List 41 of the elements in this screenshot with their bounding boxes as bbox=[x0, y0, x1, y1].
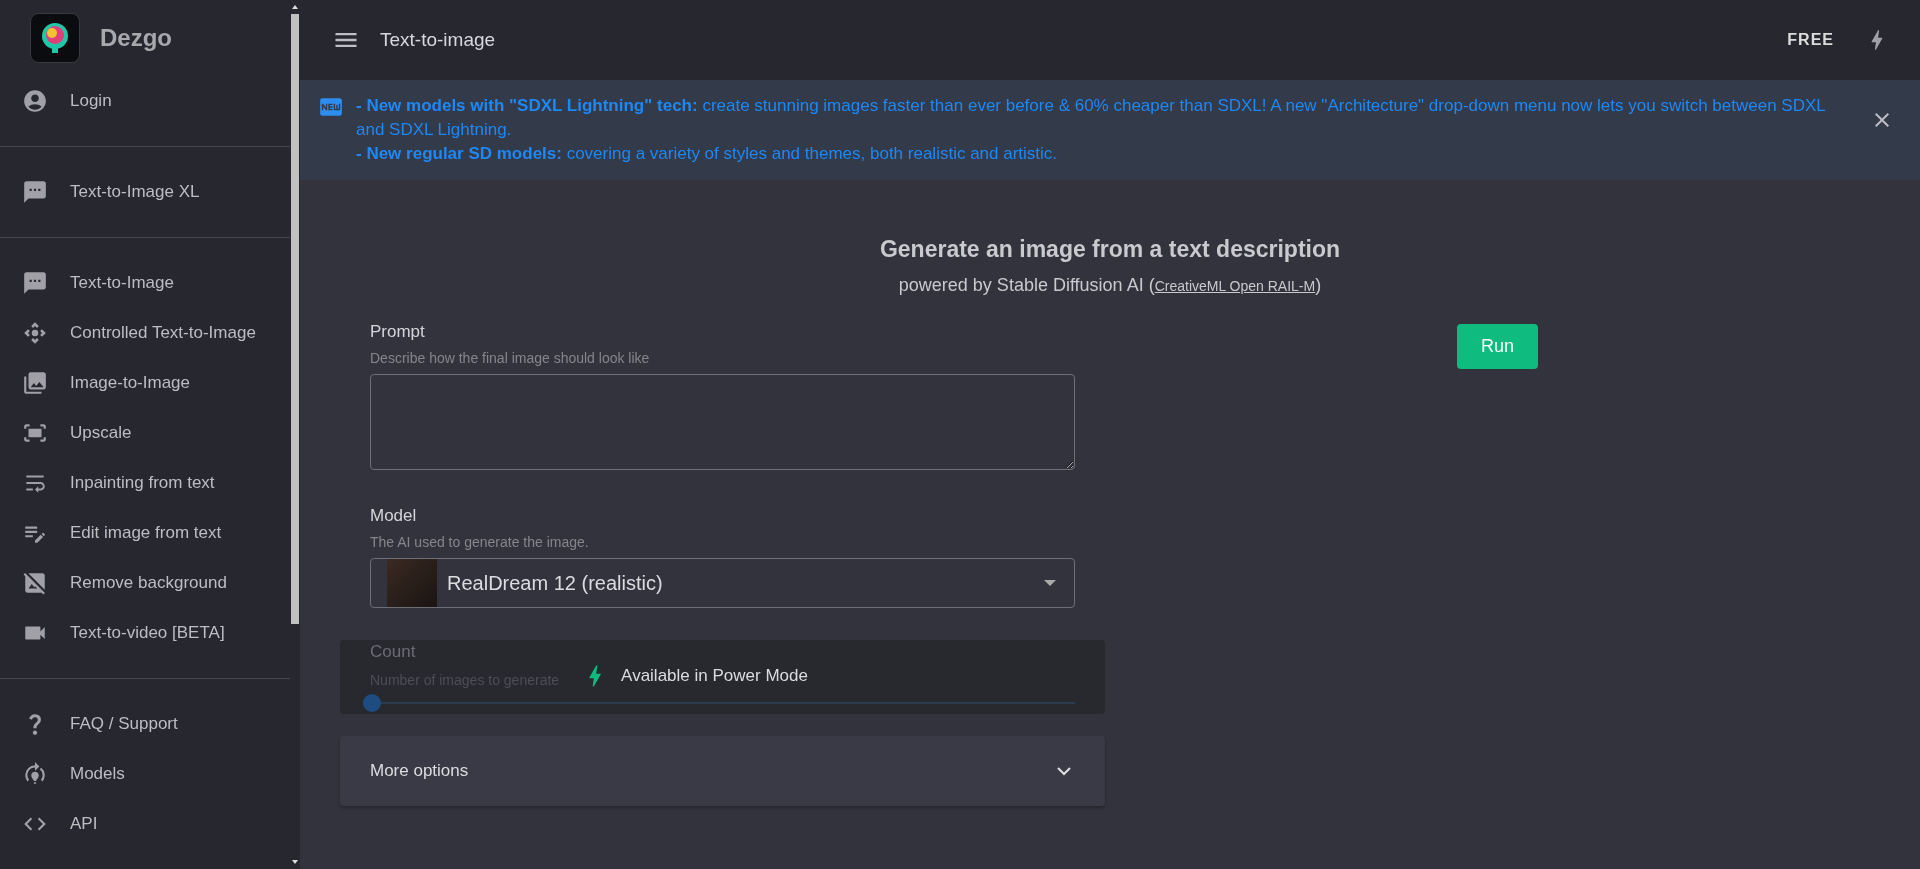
subtitle: powered by Stable Diffusion AI (CreativeML Open RAIL-M) bbox=[898, 275, 1322, 296]
sidebar-item[interactable]: Edit image from text bbox=[0, 508, 290, 558]
plan-label: FREE bbox=[1787, 31, 1834, 49]
field-label: Prompt bbox=[370, 322, 426, 342]
field-hint: The AI used to generate the image. bbox=[370, 534, 590, 550]
account-icon bbox=[22, 88, 48, 114]
field-hint: Describe how the final image should look like bbox=[370, 350, 651, 366]
chat-icon bbox=[22, 179, 48, 205]
sidebar-item[interactable]: Inpainting from text bbox=[0, 458, 290, 508]
sidebar-item[interactable]: Remove background bbox=[0, 558, 290, 608]
more-options-toggle[interactable]: More options bbox=[340, 736, 1105, 806]
sidebar-item[interactable]: Controlled Text-to-Image bbox=[0, 308, 290, 358]
sidebar-item[interactable]: Models bbox=[0, 749, 290, 799]
sidebar-item[interactable]: Image-to-Image bbox=[0, 358, 290, 408]
photo-placeholder bbox=[387, 559, 437, 607]
sidebar-item[interactable]: Text-to-video [BETA] bbox=[0, 608, 290, 658]
logo-icon bbox=[30, 13, 80, 63]
field-label: Model bbox=[370, 506, 418, 526]
sidebar-item[interactable]: Text-to-Image bbox=[0, 258, 290, 308]
sidebar-item[interactable]: Text-to-Image XL bbox=[0, 167, 290, 217]
announcement-text: - New models with "SDXL Lightning" tech: create stunning images faster than ever before & 60% cheaper than SDXL! A new "Architecture" drop-down menu now lets you switch between SDXL and SDXL Lightning. bbox=[356, 95, 1826, 141]
announcement-text: - New regular SD models: covering a variety of styles and themes, both realistic and artistic. bbox=[356, 143, 1059, 165]
crossed-image-icon bbox=[22, 570, 48, 596]
chat-icon bbox=[22, 270, 48, 296]
main-heading: Generate an image from a text description bbox=[879, 236, 1341, 263]
sidebar-item[interactable]: Login bbox=[0, 76, 290, 126]
prompt-input[interactable] bbox=[370, 374, 1075, 470]
chevron-icon bbox=[1057, 766, 1071, 776]
model-select[interactable]: RealDream 12 (realistic) bbox=[370, 558, 1075, 608]
brand-name: Dezgo bbox=[100, 24, 172, 52]
field-label: Count bbox=[370, 642, 417, 662]
images-icon bbox=[22, 370, 48, 396]
sidebar-item[interactable]: API bbox=[0, 799, 290, 849]
dropdown-caret-icon bbox=[1044, 580, 1056, 586]
page-title: Text-to-image bbox=[380, 29, 497, 51]
license-link[interactable]: CreativeML Open RAIL-M bbox=[1154, 278, 1316, 294]
sidebar-item[interactable]: FAQ / Support bbox=[0, 699, 290, 749]
cycle-icon bbox=[22, 761, 48, 787]
move-arrows-icon bbox=[22, 320, 48, 346]
power-mode-notice: Available in Power Mode bbox=[621, 666, 808, 686]
sidebar-item[interactable]: Upscale bbox=[0, 408, 290, 458]
